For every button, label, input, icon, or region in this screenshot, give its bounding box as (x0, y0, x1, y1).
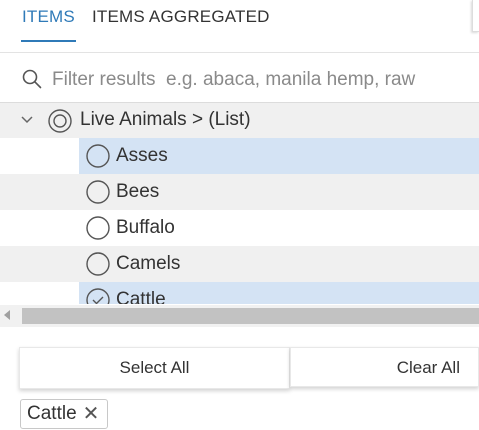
radio-icon[interactable] (86, 252, 110, 276)
select-all-button[interactable]: Select All (19, 347, 290, 389)
list-item[interactable]: Cattle (0, 282, 479, 304)
filter-input[interactable] (52, 66, 477, 94)
list-item-label: Asses (116, 145, 168, 166)
tab-bar: ITEMS ITEMS AGGREGATED (0, 0, 479, 53)
filter-search-bar (0, 60, 479, 100)
panel-corner (472, 0, 479, 32)
list-item[interactable]: Bees (0, 174, 479, 210)
list-item[interactable]: Asses (0, 138, 479, 174)
tab-items-aggregated[interactable]: ITEMS AGGREGATED (92, 0, 270, 40)
list-item-label: Cattle (116, 289, 166, 304)
radio-icon[interactable] (86, 216, 110, 240)
parent-radio-icon[interactable] (48, 109, 72, 133)
list-item-label: Bees (116, 181, 160, 202)
horizontal-scrollbar[interactable] (0, 305, 479, 327)
tab-items[interactable]: ITEMS (21, 0, 76, 42)
close-icon[interactable]: ✕ (83, 404, 100, 424)
radio-icon[interactable] (86, 180, 110, 204)
list-item-label: Camels (116, 253, 181, 274)
radio-icon[interactable] (86, 144, 110, 168)
scroll-left-arrow-icon[interactable] (4, 310, 10, 320)
list-item[interactable]: Camels (0, 246, 479, 282)
chip-label: Cattle (27, 403, 77, 424)
item-tree: Live Animals > (List) Asses Bees Buffalo… (0, 102, 479, 304)
list-item-label: Buffalo (116, 217, 175, 238)
tree-parent-row[interactable]: Live Animals > (List) (0, 103, 479, 138)
checked-radio-icon[interactable] (86, 288, 110, 304)
search-icon (22, 69, 42, 89)
tree-parent-label: Live Animals > (List) (80, 109, 251, 130)
list-item[interactable]: Buffalo (0, 210, 479, 246)
scrollbar-thumb[interactable] (22, 308, 479, 324)
clear-all-button[interactable]: Clear All (290, 347, 479, 387)
selected-chip: Cattle ✕ (20, 399, 109, 429)
chevron-down-icon[interactable] (19, 112, 35, 128)
